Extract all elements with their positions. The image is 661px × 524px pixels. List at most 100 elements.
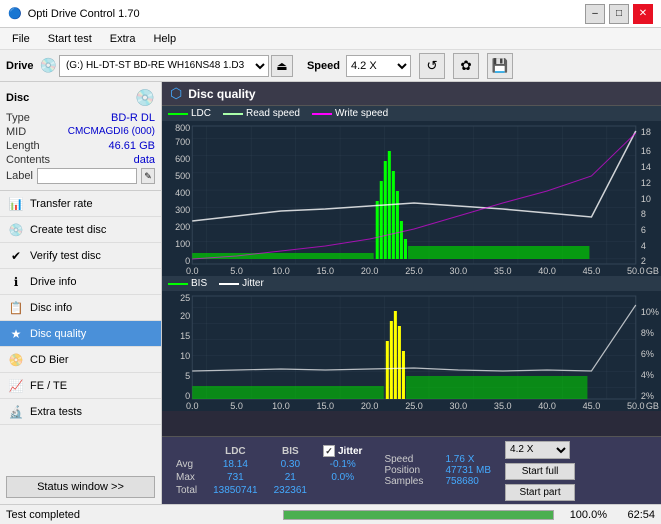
svg-text:50.0: 50.0 <box>627 266 645 276</box>
svg-text:15.0: 15.0 <box>316 401 334 411</box>
start-full-button[interactable]: Start full <box>505 463 575 480</box>
sidebar-item-extra-tests[interactable]: 🔬 Extra tests <box>0 399 161 425</box>
svg-text:25: 25 <box>180 293 190 303</box>
jitter-checkbox-item: ✓ Jitter <box>323 445 362 457</box>
jitter-checkbox[interactable]: ✓ <box>323 445 335 457</box>
stats-header-blank <box>168 444 205 458</box>
titlebar-controls: – □ ✕ <box>585 4 653 24</box>
disc-section-title: Disc <box>6 92 29 104</box>
save-button[interactable]: 💾 <box>487 53 513 79</box>
drive-icon: 💿 <box>40 57 57 74</box>
start-part-button[interactable]: Start part <box>505 484 575 501</box>
titlebar-title: Opti Drive Control 1.70 <box>28 8 140 20</box>
svg-text:45.0: 45.0 <box>583 266 601 276</box>
close-button[interactable]: ✕ <box>633 4 653 24</box>
ldc-legend: LDC <box>168 108 211 119</box>
top-chart: 0 100 200 300 400 500 600 700 800 2 4 6 … <box>162 121 661 276</box>
jitter-legend-dot <box>219 283 239 285</box>
stats-samples-label: Samples <box>384 476 439 487</box>
stats-position-row: Position 47731 MB <box>384 465 491 476</box>
svg-text:30.0: 30.0 <box>450 266 468 276</box>
sidebar-item-fe-te[interactable]: 📈 FE / TE <box>0 373 161 399</box>
svg-text:2: 2 <box>641 256 646 266</box>
sidebar-item-label: Disc quality <box>30 328 86 340</box>
stats-position-value: 47731 MB <box>445 465 491 476</box>
svg-text:10.0: 10.0 <box>272 401 290 411</box>
disc-quality-header-title: Disc quality <box>188 87 255 101</box>
disc-length-row: Length 46.61 GB <box>6 140 155 152</box>
jitter-legend-label: Jitter <box>242 278 264 289</box>
disc-info-icon: 📋 <box>8 300 24 316</box>
menu-extra[interactable]: Extra <box>102 31 144 47</box>
svg-text:5.0: 5.0 <box>230 401 243 411</box>
stats-table-section: LDC BIS ✓ Jitter Avg <box>168 439 370 502</box>
write-speed-legend: Write speed <box>312 108 388 119</box>
menu-start-test[interactable]: Start test <box>40 31 100 47</box>
svg-text:500: 500 <box>175 171 190 181</box>
stats-total-blank <box>315 484 370 497</box>
svg-text:100: 100 <box>175 239 190 249</box>
svg-text:600: 600 <box>175 154 190 164</box>
svg-text:0: 0 <box>185 256 190 266</box>
disc-contents-label: Contents <box>6 154 50 166</box>
svg-text:15: 15 <box>180 331 190 341</box>
stats-header-ldc: LDC <box>205 444 266 458</box>
bottom-chart-container: 0 5 10 15 20 25 2% 4% 6% 8% 10% 0.0 <box>162 291 661 436</box>
ldc-legend-label: LDC <box>191 108 211 119</box>
drive-info-icon: ℹ <box>8 274 24 290</box>
menubar: File Start test Extra Help <box>0 28 661 50</box>
sidebar-item-drive-info[interactable]: ℹ Drive info <box>0 269 161 295</box>
stats-max-ldc: 731 <box>205 471 266 484</box>
status-window-button[interactable]: Status window >> <box>6 476 155 498</box>
read-speed-legend-label: Read speed <box>246 108 300 119</box>
disc-mid-label: MID <box>6 126 26 138</box>
sidebar-item-verify-test-disc[interactable]: ✔ Verify test disc <box>0 243 161 269</box>
sidebar-item-disc-info[interactable]: 📋 Disc info <box>0 295 161 321</box>
progress-bar-container <box>283 510 554 520</box>
disc-section: Disc 💿 Type BD-R DL MID CMCMAGDI6 (000) … <box>0 82 161 191</box>
stats-total-ldc: 13850741 <box>205 484 266 497</box>
eject-button[interactable]: ⏏ <box>271 55 293 77</box>
stats-controls-section: 4.2 X Start full Start part <box>505 439 575 502</box>
bis-legend-dot <box>168 283 188 285</box>
disc-label-button[interactable]: ✎ <box>141 168 155 184</box>
svg-text:16: 16 <box>641 146 651 156</box>
status-pct: 100.0% <box>562 509 607 521</box>
top-chart-container: 0 100 200 300 400 500 600 700 800 2 4 6 … <box>162 121 661 276</box>
svg-text:14: 14 <box>641 162 651 172</box>
minimize-button[interactable]: – <box>585 4 605 24</box>
sidebar-item-disc-quality[interactable]: ★ Disc quality <box>0 321 161 347</box>
stats-bar: LDC BIS ✓ Jitter Avg <box>162 436 661 504</box>
svg-text:GB: GB <box>646 401 659 411</box>
disc-quality-header-icon: ⬡ <box>170 85 182 102</box>
refresh-button[interactable]: ↺ <box>419 53 445 79</box>
speed-select-stats[interactable]: 4.2 X <box>505 441 570 459</box>
speed-select[interactable]: 4.2 X <box>346 55 411 77</box>
svg-text:20: 20 <box>180 311 190 321</box>
sidebar-item-create-test-disc[interactable]: 💿 Create test disc <box>0 217 161 243</box>
disc-label-input[interactable] <box>37 168 137 184</box>
stats-max-row: Max 731 21 0.0% <box>168 471 370 484</box>
sidebar-item-transfer-rate[interactable]: 📊 Transfer rate <box>0 191 161 217</box>
sidebar-item-label: Extra tests <box>30 406 82 418</box>
stats-speed-label: Speed <box>384 454 439 465</box>
svg-text:15.0: 15.0 <box>316 266 334 276</box>
stats-avg-label: Avg <box>168 458 205 471</box>
menu-help[interactable]: Help <box>145 31 184 47</box>
sidebar-item-label: FE / TE <box>30 380 67 392</box>
settings-button[interactable]: ✿ <box>453 53 479 79</box>
progress-bar-fill <box>284 511 553 519</box>
svg-text:25.0: 25.0 <box>405 401 423 411</box>
bis-legend: BIS <box>168 278 207 289</box>
svg-text:6%: 6% <box>641 349 654 359</box>
disc-contents-row: Contents data <box>6 154 155 166</box>
sidebar-item-cd-bier[interactable]: 📀 CD Bier <box>0 347 161 373</box>
stats-samples-row: Samples 758680 <box>384 476 491 487</box>
titlebar-left: 🔵 Opti Drive Control 1.70 <box>8 7 140 20</box>
svg-text:18: 18 <box>641 127 651 137</box>
maximize-button[interactable]: □ <box>609 4 629 24</box>
svg-text:40.0: 40.0 <box>538 401 556 411</box>
menu-file[interactable]: File <box>4 31 38 47</box>
status-time: 62:54 <box>615 509 655 521</box>
drive-select[interactable]: (G:) HL-DT-ST BD-RE WH16NS48 1.D3 <box>59 55 269 77</box>
